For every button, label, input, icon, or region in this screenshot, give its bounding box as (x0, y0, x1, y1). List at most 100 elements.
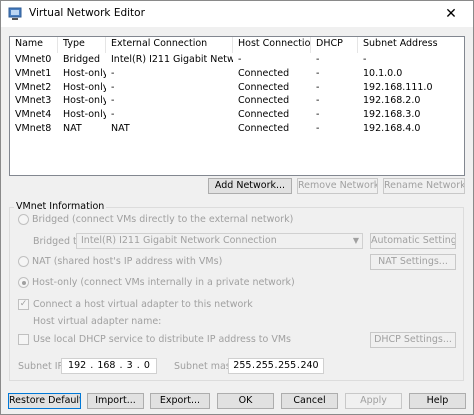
column-header-host-connection[interactable]: Host Connection (233, 37, 311, 53)
host-only-radio-label: Host-only (connect VMs internally in a p… (32, 277, 295, 288)
close-icon: ✕ (445, 6, 457, 22)
mask-dot: . (274, 360, 278, 371)
cell-name: VMnet4 (15, 109, 52, 121)
chevron-down-icon: ▼ (352, 236, 359, 245)
mask-dot: . (296, 360, 300, 371)
cell-external: - (111, 81, 115, 93)
cell-external: - (111, 67, 115, 79)
cell-name: VMnet0 (15, 54, 52, 65)
dhcp-label: Use local DHCP service to distribute IP … (33, 334, 291, 345)
cancel-button[interactable]: Cancel (281, 393, 338, 409)
automatic-settings-button[interactable]: Automatic Settings... (370, 233, 456, 249)
column-header-name[interactable]: Name (10, 37, 58, 53)
column-header-type[interactable]: Type (58, 37, 106, 53)
checkmark-icon: ✓ (18, 299, 29, 310)
restore-defaults-button[interactable]: Restore Defaults (8, 393, 81, 409)
cell-subnet: 10.1.0.0 (363, 67, 403, 79)
network-editor-icon (8, 7, 22, 20)
list-header: Name Type External Connection Host Conne… (10, 37, 464, 53)
table-row[interactable]: VMnet3 Host-only - Connected - 192.168.2… (10, 94, 464, 108)
list-rows: VMnet0 Bridged Intel(R) I211 Gigabit Net… (10, 53, 464, 136)
cell-type: Host-only (63, 95, 106, 107)
cell-host: Connected (238, 95, 290, 107)
cell-external: NAT (111, 122, 130, 134)
checkbox-box (18, 334, 29, 345)
table-row[interactable]: VMnet4 Host-only - Connected - 192.168.3… (10, 108, 464, 122)
table-row[interactable]: VMnet8 NAT NAT Connected - 192.168.4.0 (10, 122, 464, 136)
ip-dot: . (136, 360, 140, 371)
dhcp-checkbox[interactable]: Use local DHCP service to distribute IP … (18, 334, 291, 345)
cell-name: VMnet3 (15, 95, 52, 107)
cell-subnet: 192.168.111.0 (363, 81, 433, 93)
bridged-to-value: Intel(R) I211 Gigabit Network Connection (81, 235, 277, 246)
table-row[interactable]: VMnet0 Bridged Intel(R) I211 Gigabit Net… (10, 53, 464, 67)
cell-host: Connected (238, 122, 290, 134)
ok-button[interactable]: OK (217, 393, 274, 409)
cell-type: Host-only (63, 67, 106, 79)
bridged-radio[interactable]: Bridged (connect VMs directly to the ext… (18, 214, 293, 225)
cell-type: Host-only (63, 109, 106, 121)
dhcp-settings-button[interactable]: DHCP Settings... (370, 332, 456, 348)
cell-external: - (111, 109, 115, 121)
connect-adapter-checkbox[interactable]: ✓ Connect a host virtual adapter to this… (18, 299, 253, 310)
cell-dhcp: - (316, 122, 320, 134)
cell-subnet: 192.168.4.0 (363, 122, 421, 134)
add-network-button[interactable]: Add Network... (208, 178, 292, 194)
cell-dhcp: - (316, 109, 320, 121)
mask-dot: . (252, 360, 256, 371)
cell-external: - (111, 95, 115, 107)
ip-dot: . (119, 360, 123, 371)
radio-bridged-dot (18, 214, 29, 225)
cell-host: Connected (238, 81, 290, 93)
ip-octet: 192 (68, 360, 87, 371)
column-header-dhcp[interactable]: DHCP (311, 37, 358, 53)
ip-octet: 3 (126, 360, 133, 371)
adapter-name-label: Host virtual adapter name: (33, 316, 162, 327)
nat-settings-button[interactable]: NAT Settings... (370, 254, 456, 270)
cell-dhcp: - (316, 95, 320, 107)
close-button[interactable]: ✕ (429, 1, 473, 27)
subnet-ip-label: Subnet IP: (18, 361, 67, 372)
cell-subnet: 192.168.2.0 (363, 95, 421, 107)
remove-network-button[interactable]: Remove Network (297, 178, 378, 194)
cell-name: VMnet1 (15, 67, 52, 79)
mask-octet: 255 (278, 360, 297, 371)
nat-radio-label: NAT (shared host's IP address with VMs) (32, 256, 223, 267)
import-button[interactable]: Import... (87, 393, 144, 409)
rename-network-button[interactable]: Rename Network... (383, 178, 465, 194)
host-only-radio[interactable]: Host-only (connect VMs internally in a p… (18, 277, 295, 288)
nat-radio[interactable]: NAT (shared host's IP address with VMs) (18, 256, 222, 267)
virtual-network-editor-window: Virtual Network Editor ✕ Name Type Exter… (0, 0, 474, 415)
cell-type: Bridged (63, 54, 100, 65)
cell-type: Host-only (63, 81, 106, 93)
radio-nat-dot (18, 256, 29, 267)
subnet-mask-input[interactable]: 255 . 255 . 255 . 240 (228, 358, 324, 374)
bridged-radio-label: Bridged (connect VMs directly to the ext… (32, 214, 294, 225)
ip-dot: . (90, 360, 94, 371)
ip-octet: 168 (97, 360, 116, 371)
cell-host: - (238, 54, 242, 65)
cell-name: VMnet8 (15, 122, 52, 134)
cell-subnet: - (363, 54, 367, 65)
apply-button[interactable]: Apply (345, 393, 402, 409)
export-button[interactable]: Export... (150, 393, 210, 409)
table-row[interactable]: VMnet1 Host-only - Connected - 10.1.0.0 (10, 67, 464, 81)
vmnet-information-label: VMnet Information (14, 201, 107, 212)
bridged-to-select[interactable]: Intel(R) I211 Gigabit Network Connection… (76, 233, 363, 249)
column-header-subnet-address[interactable]: Subnet Address (358, 37, 464, 53)
help-button[interactable]: Help (409, 393, 466, 409)
subnet-ip-input[interactable]: 192 . 168 . 3 . 0 (61, 358, 157, 374)
cell-name: VMnet2 (15, 81, 52, 93)
title-bar: Virtual Network Editor ✕ (1, 1, 473, 27)
network-list[interactable]: Name Type External Connection Host Conne… (9, 36, 465, 176)
table-row[interactable]: VMnet2 Host-only - Connected - 192.168.1… (10, 81, 464, 95)
mask-octet: 240 (300, 360, 319, 371)
radio-host-only-dot (18, 277, 29, 288)
cell-host: Connected (238, 109, 290, 121)
ip-octet: 0 (143, 360, 150, 371)
window-title: Virtual Network Editor (29, 7, 145, 19)
column-header-external-connection[interactable]: External Connection (106, 37, 233, 53)
cell-type: NAT (63, 122, 82, 134)
mask-octet: 255 (255, 360, 274, 371)
cell-host: Connected (238, 67, 290, 79)
